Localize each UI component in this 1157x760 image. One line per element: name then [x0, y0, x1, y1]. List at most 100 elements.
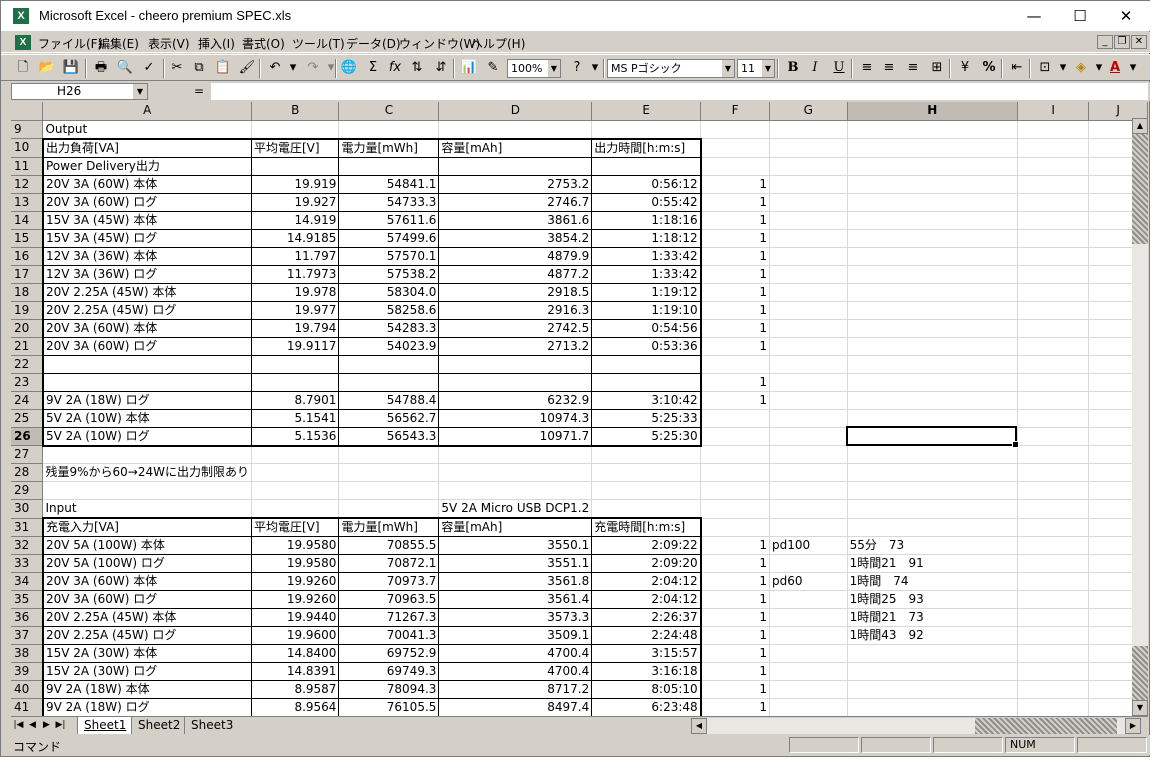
cell-e33[interactable]: 2:09:20: [591, 554, 702, 573]
cell-a37[interactable]: 20V 2.25A (45W) ログ: [41, 626, 252, 645]
doc-restore-icon[interactable]: ❐: [1114, 35, 1130, 49]
cell-b23[interactable]: [251, 373, 340, 392]
cell-b17[interactable]: 11.7973: [251, 265, 340, 284]
cell-b34[interactable]: 19.9260: [251, 572, 340, 591]
cell-d37[interactable]: 3509.1: [438, 626, 593, 645]
cell-i21[interactable]: [1017, 337, 1090, 356]
row-header[interactable]: 21: [11, 337, 44, 356]
borders-dropdown-icon[interactable]: ▾: [1053, 58, 1073, 78]
chart-wizard-icon[interactable]: 📊: [459, 58, 479, 78]
cell-a19[interactable]: 20V 2.25A (45W) ログ: [41, 301, 252, 320]
redo-dropdown-icon[interactable]: ▾: [321, 58, 341, 78]
cell-a21[interactable]: 20V 3A (60W) ログ: [41, 337, 252, 356]
cell-a9[interactable]: Output: [42, 120, 252, 139]
cell-f32[interactable]: 1: [700, 536, 770, 555]
cell-h35[interactable]: 1時間25 93: [847, 590, 1018, 609]
minimize-icon[interactable]: —: [1011, 1, 1057, 31]
cell-d25[interactable]: 10974.3: [438, 409, 593, 428]
cell-h16[interactable]: [847, 247, 1018, 266]
cell-h19[interactable]: [847, 301, 1018, 320]
row-header[interactable]: 36: [11, 608, 44, 627]
cell-g35[interactable]: [769, 590, 848, 609]
cell-c40[interactable]: 78094.3: [338, 680, 440, 699]
autosum-icon[interactable]: Σ: [363, 58, 383, 78]
horizontal-scroll-thumb[interactable]: [975, 718, 1117, 734]
cell-h27[interactable]: [847, 445, 1018, 464]
cell-f18[interactable]: 1: [700, 283, 770, 302]
cell-f17[interactable]: 1: [700, 265, 770, 284]
cell-g33[interactable]: [769, 554, 848, 573]
cell-h18[interactable]: [847, 283, 1018, 302]
cell-e22[interactable]: [591, 355, 702, 374]
cell-g24[interactable]: [769, 391, 848, 410]
chevron-down-icon[interactable]: ▼: [762, 60, 774, 77]
cell-b40[interactable]: 8.9587: [251, 680, 340, 699]
cell-g10[interactable]: [769, 138, 848, 158]
cell-f37[interactable]: 1: [700, 626, 770, 645]
cell-d17[interactable]: 4877.2: [438, 265, 593, 284]
cell-f28[interactable]: [700, 463, 770, 482]
cell-f40[interactable]: 1: [700, 680, 770, 699]
cell-h31[interactable]: [847, 518, 1018, 537]
save-icon[interactable]: 💾: [61, 58, 81, 78]
cell-c28[interactable]: [338, 463, 440, 482]
cell-f31[interactable]: [700, 518, 770, 537]
cell-e19[interactable]: 1:19:10: [591, 301, 702, 320]
column-header-g[interactable]: G: [769, 102, 848, 121]
row-header[interactable]: 22: [11, 355, 44, 374]
cell-i23[interactable]: [1017, 373, 1090, 392]
borders-icon[interactable]: ⊡: [1035, 58, 1055, 78]
cell-a12[interactable]: 20V 3A (60W) 本体: [41, 175, 252, 194]
cell-g20[interactable]: [769, 319, 848, 338]
cell-h21[interactable]: [847, 337, 1018, 356]
cell-h17[interactable]: [847, 265, 1018, 284]
cell-e25[interactable]: 5:25:33: [591, 409, 702, 428]
cell-f10[interactable]: [700, 138, 770, 158]
row-header[interactable]: 32: [11, 536, 44, 555]
close-icon[interactable]: ✕: [1103, 1, 1149, 31]
row-header[interactable]: 19: [11, 301, 44, 320]
percent-button[interactable]: %: [979, 58, 999, 78]
cell-h33[interactable]: 1時間21 91: [847, 554, 1018, 573]
cell-b15[interactable]: 14.9185: [251, 229, 340, 248]
align-center-icon[interactable]: ≡: [879, 58, 899, 78]
cell-f30[interactable]: [700, 499, 770, 519]
redo-icon[interactable]: ↷: [303, 58, 323, 78]
menu-tools[interactable]: ツール(T): [292, 35, 345, 52]
new-icon[interactable]: 🗋: [13, 58, 33, 78]
cell-e21[interactable]: 0:53:36: [591, 337, 702, 356]
cell-a10[interactable]: 出力負荷[VA]: [41, 137, 252, 158]
cell-d35[interactable]: 3561.4: [438, 590, 593, 609]
font-name-select[interactable]: MS Pゴシック ▼: [607, 59, 735, 78]
row-header[interactable]: 14: [11, 211, 44, 230]
cell-c37[interactable]: 70041.3: [338, 626, 440, 645]
cell-b30[interactable]: [251, 499, 340, 519]
row-header[interactable]: 23: [11, 373, 44, 392]
vertical-scrollbar[interactable]: ▲ ▼: [1132, 118, 1148, 716]
formula-equals[interactable]: =: [194, 84, 204, 98]
cell-d36[interactable]: 3573.3: [438, 608, 593, 627]
cell-d23[interactable]: [438, 373, 593, 392]
cell-f33[interactable]: 1: [700, 554, 770, 573]
drawing-icon[interactable]: ✎: [483, 58, 503, 78]
cell-d11[interactable]: [438, 157, 593, 176]
cell-h15[interactable]: [847, 229, 1018, 248]
cell-g32[interactable]: pd100: [769, 536, 848, 555]
cell-d22[interactable]: [438, 355, 593, 374]
cell-i39[interactable]: [1017, 662, 1090, 681]
cell-c35[interactable]: 70963.5: [338, 590, 440, 609]
cell-e29[interactable]: [591, 481, 702, 500]
cell-a23[interactable]: [41, 373, 252, 392]
column-header-b[interactable]: B: [251, 102, 340, 121]
cell-e20[interactable]: 0:54:56: [591, 319, 702, 338]
cell-c32[interactable]: 70855.5: [338, 536, 440, 555]
cell-d19[interactable]: 2916.3: [438, 301, 593, 320]
cell-e31[interactable]: 充電時間[h:m:s]: [591, 517, 702, 537]
copy-icon[interactable]: ⧉: [189, 58, 209, 78]
zoom-select[interactable]: 100% ▼: [507, 59, 561, 78]
cell-g27[interactable]: [769, 445, 848, 464]
toolbar-options-icon[interactable]: ▾: [585, 58, 605, 78]
cell-d15[interactable]: 3854.2: [438, 229, 593, 248]
cell-g12[interactable]: [769, 175, 848, 194]
cell-g30[interactable]: [769, 499, 848, 519]
